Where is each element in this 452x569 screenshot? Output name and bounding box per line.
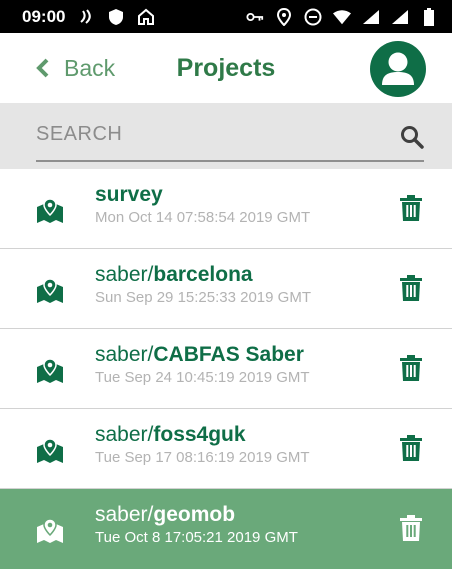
project-title: CABFAS Saber <box>153 343 304 366</box>
project-title: foss4guk <box>153 423 246 446</box>
project-row[interactable]: saber/CABFAS Saber Tue Sep 24 10:45:19 2… <box>0 329 452 409</box>
project-date: Sun Sep 29 15:25:33 2019 GMT <box>95 289 311 306</box>
shield-icon <box>107 8 125 26</box>
project-title: survey <box>95 183 163 206</box>
search-bar <box>0 103 452 169</box>
map-marker-icon <box>37 198 63 223</box>
project-name: saber/foss4guk <box>95 423 246 447</box>
map-marker-icon <box>37 358 63 383</box>
project-name: survey <box>95 183 163 207</box>
avatar[interactable] <box>370 41 426 97</box>
signal-2-icon <box>391 8 409 26</box>
project-name: saber/barcelona <box>95 263 253 287</box>
page-title-text: Projects <box>176 53 276 82</box>
map-marker-icon <box>37 278 63 303</box>
trash-icon[interactable] <box>400 275 422 301</box>
do-not-disturb-icon <box>304 8 322 26</box>
nfc-icon <box>77 8 95 26</box>
project-row[interactable]: saber/foss4guk Tue Sep 17 08:16:19 2019 … <box>0 409 452 489</box>
project-date: Mon Oct 14 07:58:54 2019 GMT <box>95 209 311 226</box>
search-input[interactable] <box>36 123 341 146</box>
project-name: saber/geomob <box>95 503 235 527</box>
project-date: Tue Sep 17 08:16:19 2019 GMT <box>95 449 310 466</box>
status-bar: 09:00 <box>0 0 452 33</box>
project-row[interactable]: saber/barcelona Sun Sep 29 15:25:33 2019… <box>0 249 452 329</box>
project-row[interactable]: saber/geomob Tue Oct 8 17:05:21 2019 GMT <box>0 489 452 569</box>
trash-icon[interactable] <box>400 435 422 461</box>
trash-icon[interactable] <box>400 195 422 221</box>
app-header: Back Projects <box>0 33 452 103</box>
wifi-icon <box>333 8 351 26</box>
project-owner: saber/ <box>95 263 154 286</box>
map-marker-icon <box>37 438 63 463</box>
search-underline <box>36 160 424 162</box>
trash-icon[interactable] <box>400 355 422 381</box>
project-date: Tue Sep 24 10:45:19 2019 GMT <box>95 369 310 386</box>
project-owner: saber/ <box>95 423 154 446</box>
project-owner: saber/ <box>95 343 154 366</box>
signal-icon <box>362 8 380 26</box>
battery-icon <box>420 7 438 26</box>
user-icon <box>382 52 414 85</box>
project-title: geomob <box>153 503 236 526</box>
project-list: survey Mon Oct 14 07:58:54 2019 GMT sabe… <box>0 169 452 569</box>
project-owner: saber/ <box>95 503 154 526</box>
chevron-left-icon <box>36 58 49 78</box>
project-date: Tue Oct 8 17:05:21 2019 GMT <box>95 529 298 546</box>
search-icon[interactable] <box>400 125 424 149</box>
back-label: Back <box>64 54 116 81</box>
back-button[interactable]: Back <box>36 33 115 103</box>
status-time: 09:00 <box>22 6 66 26</box>
project-row[interactable]: survey Mon Oct 14 07:58:54 2019 GMT <box>0 169 452 249</box>
project-name: saber/CABFAS Saber <box>95 343 304 367</box>
vpn-icon <box>137 8 155 26</box>
location-icon <box>275 7 293 26</box>
project-title: barcelona <box>153 263 253 286</box>
trash-icon[interactable] <box>400 515 422 541</box>
key-icon <box>246 8 264 26</box>
map-marker-icon <box>37 518 63 543</box>
